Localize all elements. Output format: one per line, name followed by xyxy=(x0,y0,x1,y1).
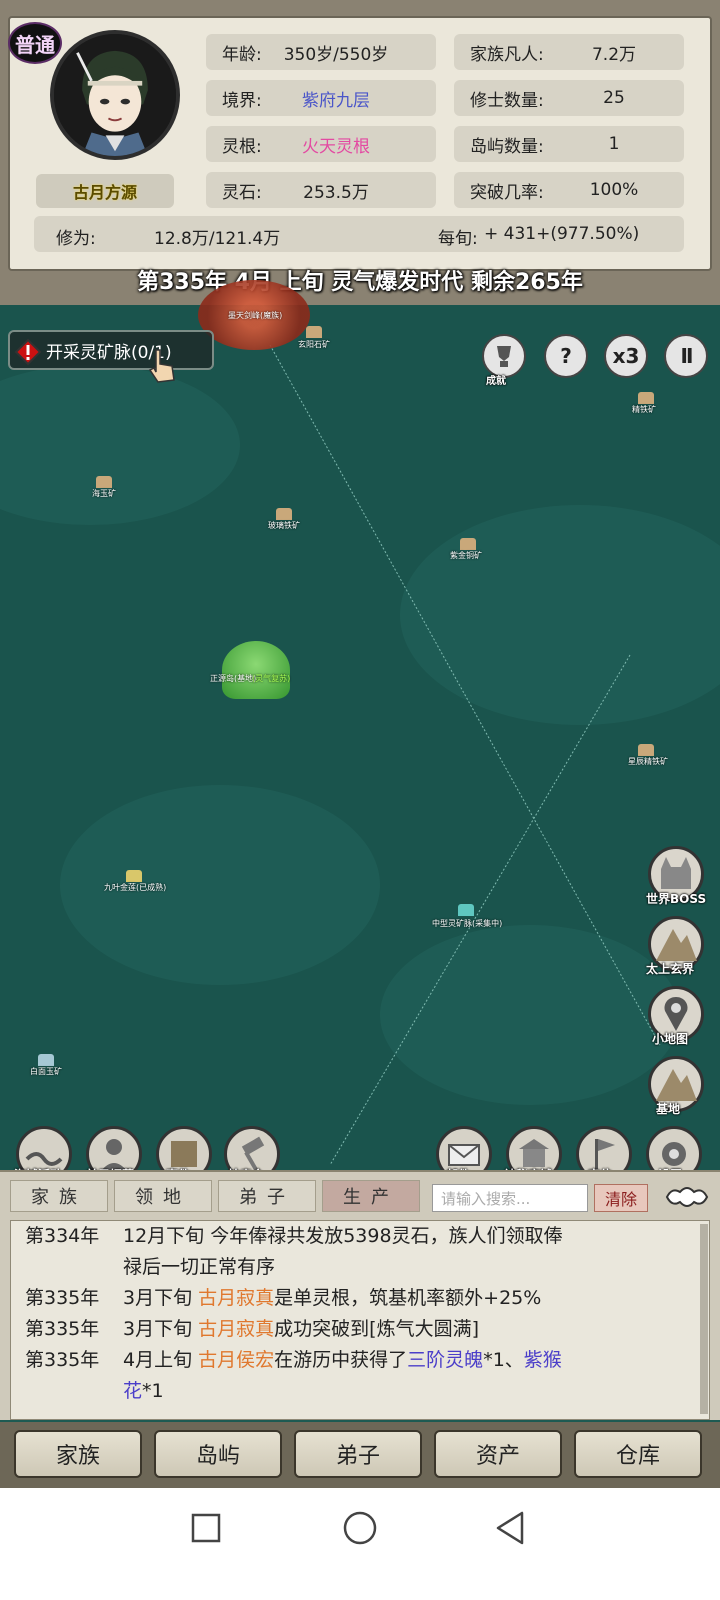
log-entry: 第335年 3月下旬 古月寂真是单灵根，筑基机率额外+25% xyxy=(25,1287,542,1309)
map-label: 海玉矿 xyxy=(92,489,116,498)
speed-button[interactable]: x3 xyxy=(604,334,648,378)
mine-icon[interactable] xyxy=(638,744,654,756)
stat-age: 年龄: 350岁/550岁 xyxy=(206,34,436,70)
map-label: 玻璃铁矿 xyxy=(268,521,300,530)
log-entry: 第335年 4月上旬 古月侯宏在游历中获得了三阶灵魄*1、紫猴 xyxy=(25,1349,562,1371)
map-label: 白面玉矿 xyxy=(30,1067,62,1076)
stat-spirit-root: 灵根: 火天灵根 xyxy=(206,126,436,162)
character-portrait-icon xyxy=(54,34,176,156)
sea-map[interactable] xyxy=(0,305,720,1185)
nav-warehouse[interactable]: 仓库 xyxy=(574,1430,702,1478)
disciple-name-link[interactable]: 古月寂真 xyxy=(198,1287,274,1309)
search-input[interactable]: 请输入搜索... xyxy=(432,1184,588,1212)
home-icon[interactable] xyxy=(342,1510,378,1546)
back-icon[interactable] xyxy=(494,1510,528,1546)
mine-icon[interactable] xyxy=(306,326,322,338)
map-label: (灵气复苏) xyxy=(252,674,291,683)
spirit-mine-icon[interactable] xyxy=(458,904,474,916)
trophy-icon xyxy=(497,346,511,367)
stat-breakthrough: 突破几率: 100% xyxy=(454,172,684,208)
map-label: 墨天剑峰(魔族) xyxy=(228,311,283,320)
stat-islands: 岛屿数量: 1 xyxy=(454,126,684,162)
system-nav-bar xyxy=(0,1488,720,1600)
base-label: 基地 xyxy=(656,1102,681,1116)
log-entry-continued: 花*1 xyxy=(123,1380,164,1402)
route-lines xyxy=(269,344,661,1166)
log-area: 家族 领地 弟子 生产 请输入搜索... 清除 第334年 12月下旬 今年俸禄共… xyxy=(0,1170,720,1420)
map-label: 紫金铜矿 xyxy=(450,551,482,560)
character-name[interactable]: 古月方源 xyxy=(36,174,174,208)
tab-family[interactable]: 家族 xyxy=(10,1180,108,1212)
pause-button[interactable]: II xyxy=(664,334,708,378)
map-label: 九叶金莲(已成熟) xyxy=(104,883,167,892)
world-boss-label: 世界BOSS xyxy=(646,892,707,906)
disciple-name-link[interactable]: 古月侯宏 xyxy=(198,1349,274,1371)
bottom-nav: 家族 岛屿 弟子 资产 仓库 xyxy=(0,1422,720,1488)
taishang-label: 太上玄界 xyxy=(646,962,695,976)
alert-icon xyxy=(14,338,42,366)
cultivation-bar: 修为: 12.8万/121.4万 每旬: + 431+(977.50%) xyxy=(34,216,684,252)
tab-disciples[interactable]: 弟子 xyxy=(218,1180,316,1212)
nav-islands[interactable]: 岛屿 xyxy=(154,1430,282,1478)
clear-button[interactable]: 清除 xyxy=(594,1184,648,1212)
map-label: 星辰精铁矿 xyxy=(628,757,668,766)
disciple-name-link[interactable]: 古月寂真 xyxy=(198,1318,274,1340)
mine-icon[interactable] xyxy=(38,1054,54,1066)
character-panel: 普通 古月方源 年龄: 350岁/550岁 境界: 紫府九层 灵根: 火天灵根 … xyxy=(0,0,720,305)
log-entry: 第335年 3月下旬 古月寂真成功突破到[炼气大圆满] xyxy=(25,1318,479,1340)
map-label: 玄阳石矿 xyxy=(298,340,330,349)
log-entry: 第334年 12月下旬 今年俸禄共发放5398灵石，族人们领取俸 xyxy=(25,1225,563,1247)
nav-disciples[interactable]: 弟子 xyxy=(294,1430,422,1478)
nav-assets[interactable]: 资产 xyxy=(434,1430,562,1478)
more-options-icon[interactable] xyxy=(662,1182,712,1212)
mine-icon[interactable] xyxy=(96,476,112,488)
achievement-label: 成就 xyxy=(486,376,506,387)
map-label: 正源岛(基地) xyxy=(210,674,257,683)
grade-badge: 普通 xyxy=(8,22,62,64)
map-label: 中型灵矿脉(采集中) xyxy=(432,919,503,928)
help-button[interactable]: ? xyxy=(544,334,588,378)
item-link[interactable]: 紫猴 xyxy=(524,1349,562,1371)
mine-icon[interactable] xyxy=(638,392,654,404)
pointer-hand-icon xyxy=(148,349,175,383)
minimap-label: 小地图 xyxy=(652,1032,689,1046)
lotus-icon[interactable] xyxy=(126,870,142,882)
nav-family[interactable]: 家族 xyxy=(14,1430,142,1478)
quest-tracker[interactable]: 开采灵矿脉(0/1) xyxy=(8,330,214,370)
log-scrollbar[interactable] xyxy=(700,1224,708,1414)
avatar[interactable] xyxy=(50,30,180,160)
stat-spirit-stone: 灵石: 253.5万 xyxy=(206,172,436,208)
stat-mortals: 家族凡人: 7.2万 xyxy=(454,34,684,70)
tab-territory[interactable]: 领地 xyxy=(114,1180,212,1212)
map-label: 精铁矿 xyxy=(632,405,656,414)
item-link[interactable]: 花 xyxy=(123,1380,142,1402)
item-link[interactable]: 三阶灵魄 xyxy=(407,1349,483,1371)
mine-icon[interactable] xyxy=(276,508,292,520)
recent-apps-icon[interactable] xyxy=(190,1512,222,1544)
stat-realm: 境界: 紫府九层 xyxy=(206,80,436,116)
stat-cultivators: 修士数量: 25 xyxy=(454,80,684,116)
tab-production[interactable]: 生产 xyxy=(322,1180,420,1212)
event-log: 第334年 12月下旬 今年俸禄共发放5398灵石，族人们领取俸 禄后一切正常有序… xyxy=(10,1220,710,1420)
year-banner: 第335年 4月 上旬 灵气爆发时代 剩余265年 xyxy=(137,270,583,295)
home-island[interactable] xyxy=(222,641,290,699)
log-entry-continued: 禄后一切正常有序 xyxy=(123,1256,276,1278)
mine-icon[interactable] xyxy=(460,538,476,550)
